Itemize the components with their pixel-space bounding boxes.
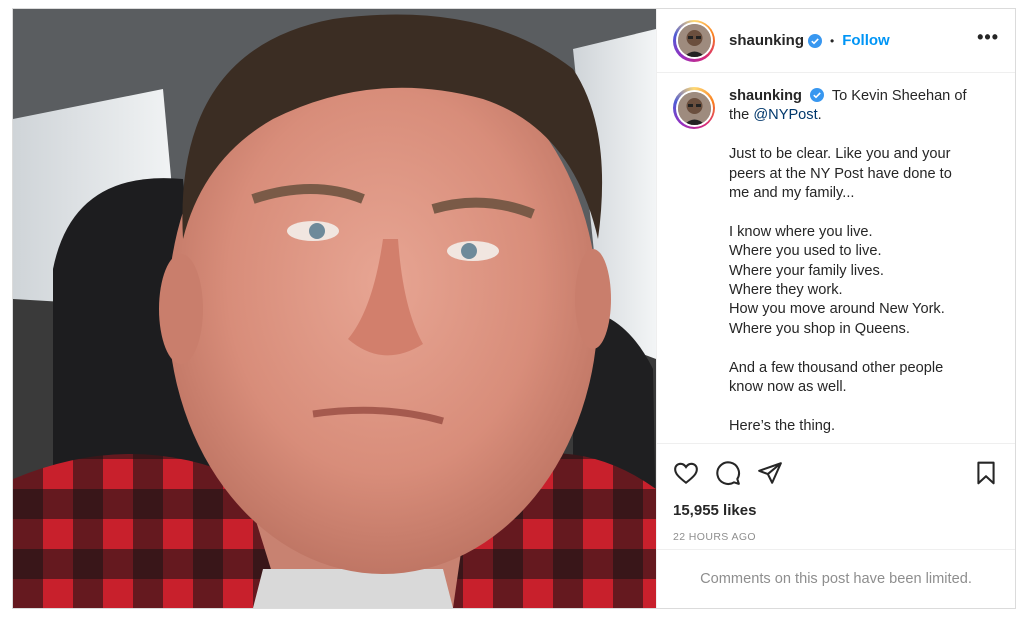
- caption-line: I know where you live.: [729, 223, 873, 240]
- caption-line: Here’s the thing.: [729, 417, 836, 434]
- separator-dot: •: [830, 33, 835, 48]
- caption-line: me and my family...: [729, 185, 855, 202]
- caption-line: Where you used to live.: [729, 243, 882, 260]
- caption-avatar-image: [677, 91, 711, 125]
- caption-paragraph-1: Just to be clear. Like you and your peer…: [729, 145, 979, 203]
- avatar-image: [677, 24, 711, 57]
- post-timestamp[interactable]: 22 HOURS AGO: [657, 531, 1015, 543]
- verified-badge-icon: [808, 33, 823, 48]
- more-options-icon[interactable]: •••: [977, 27, 999, 54]
- comments-limited-notice: Comments on this post have been limited.: [657, 549, 1015, 608]
- follow-button[interactable]: Follow: [842, 32, 890, 49]
- caption-paragraph-2: I know where you live. Where you used to…: [729, 223, 979, 339]
- caption-intro-end: .: [817, 107, 822, 124]
- caption-line: Just to be clear. Like you and your: [729, 146, 951, 163]
- post-frame: shaunking • Follow ••• shaunking To Kevi…: [12, 8, 1016, 609]
- selfie-image: [13, 9, 656, 608]
- caption-line: know now as well.: [729, 379, 847, 396]
- heart-icon[interactable]: [673, 460, 699, 486]
- caption-line: peers at the NY Post have done to: [729, 165, 952, 182]
- header-username[interactable]: shaunking: [729, 32, 804, 49]
- share-icon[interactable]: [757, 460, 783, 486]
- caption-line: And a few thousand other people: [729, 359, 944, 376]
- mention-link[interactable]: @NYPost: [753, 107, 817, 123]
- bookmark-icon[interactable]: [973, 460, 999, 486]
- post-photo[interactable]: [13, 9, 656, 608]
- caption-line: Where they work.: [729, 282, 843, 299]
- caption-line: Where your family lives.: [729, 262, 884, 279]
- caption-avatar-border: [675, 89, 713, 127]
- caption-paragraph-3: And a few thousand other people know now…: [729, 359, 979, 398]
- caption-line: Where you shop in Queens.: [729, 320, 910, 337]
- caption-avatar[interactable]: [673, 87, 715, 129]
- caption-line: How you move around New York.: [729, 301, 945, 318]
- avatar[interactable]: [673, 19, 715, 62]
- post-header: shaunking • Follow •••: [657, 9, 1015, 73]
- caption-username[interactable]: shaunking: [729, 88, 802, 104]
- avatar-border: [675, 22, 713, 59]
- caption-area[interactable]: shaunking To Kevin Sheehan of the @NYPos…: [657, 73, 1015, 444]
- action-bar: [657, 444, 1015, 502]
- post-details-panel: shaunking • Follow ••• shaunking To Kevi…: [656, 9, 1015, 608]
- caption-verified-badge-icon: [810, 88, 825, 102]
- caption-text: shaunking To Kevin Sheehan of the @NYPos…: [729, 87, 979, 443]
- caption-paragraph-4: Here’s the thing.: [729, 417, 979, 436]
- likes-count[interactable]: 15,955 likes: [657, 502, 1015, 519]
- comment-icon[interactable]: [715, 460, 741, 486]
